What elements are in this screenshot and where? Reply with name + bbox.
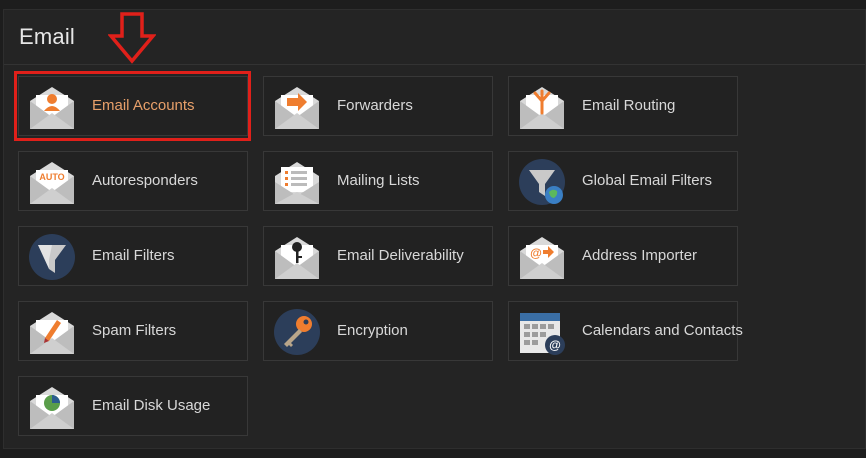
tile-email-deliverability[interactable]: Email Deliverability xyxy=(263,226,493,286)
tile-label: Mailing Lists xyxy=(337,172,420,189)
email-accounts-icon xyxy=(30,87,74,129)
tile-label: Email Deliverability xyxy=(337,247,464,264)
spam-filters-icon xyxy=(30,312,74,354)
tile-label: Email Disk Usage xyxy=(92,397,211,414)
tile-autoresponders[interactable]: AUTO Autoresponders xyxy=(18,151,248,211)
tile-label: Autoresponders xyxy=(92,172,198,189)
tile-mailing-lists[interactable]: Mailing Lists xyxy=(263,151,493,211)
mailing-lists-icon xyxy=(275,162,319,204)
email-routing-icon xyxy=(520,87,564,129)
tile-spam-filters[interactable]: Spam Filters xyxy=(18,301,248,361)
tile-label: Calendars and Contacts xyxy=(582,322,743,339)
email-deliverability-icon xyxy=(275,237,319,279)
tile-global-email-filters[interactable]: Global Email Filters xyxy=(508,151,738,211)
tile-label: Spam Filters xyxy=(92,322,177,339)
tile-label: Global Email Filters xyxy=(582,172,713,189)
tile-email-filters[interactable]: Email Filters xyxy=(18,226,248,286)
svg-text:@: @ xyxy=(530,246,542,260)
tile-forwarders[interactable]: Forwarders xyxy=(263,76,493,136)
tile-label: Email Accounts xyxy=(92,97,195,114)
email-disk-usage-icon xyxy=(30,387,74,429)
global-email-filters-icon xyxy=(519,159,565,205)
calendars-and-contacts-icon: @ xyxy=(520,313,565,355)
down-arrow-annotation-icon xyxy=(108,12,156,64)
tile-label: Email Routing xyxy=(582,97,676,114)
auto-text: AUTO xyxy=(39,172,64,182)
tile-label: Email Filters xyxy=(92,247,175,264)
tile-label: Forwarders xyxy=(337,97,413,114)
forwarders-icon xyxy=(275,87,319,129)
tile-label: Address Importer xyxy=(582,247,698,264)
tile-email-routing[interactable]: Email Routing xyxy=(508,76,738,136)
autoresponders-icon: AUTO xyxy=(30,162,74,204)
tile-label: Encryption xyxy=(337,322,408,339)
address-importer-icon: @ xyxy=(520,237,564,279)
email-filters-icon xyxy=(29,234,75,280)
tile-email-accounts[interactable]: Email Accounts xyxy=(18,76,248,136)
section-title: Email xyxy=(19,24,76,49)
tile-address-importer[interactable]: @ Address Importer xyxy=(508,226,738,286)
tile-encryption[interactable]: Encryption xyxy=(263,301,493,361)
tile-email-disk-usage[interactable]: Email Disk Usage xyxy=(18,376,248,436)
encryption-icon xyxy=(274,309,320,355)
svg-text:@: @ xyxy=(549,338,561,352)
tile-calendars-and-contacts[interactable]: @ Calendars and Contacts xyxy=(508,301,743,361)
